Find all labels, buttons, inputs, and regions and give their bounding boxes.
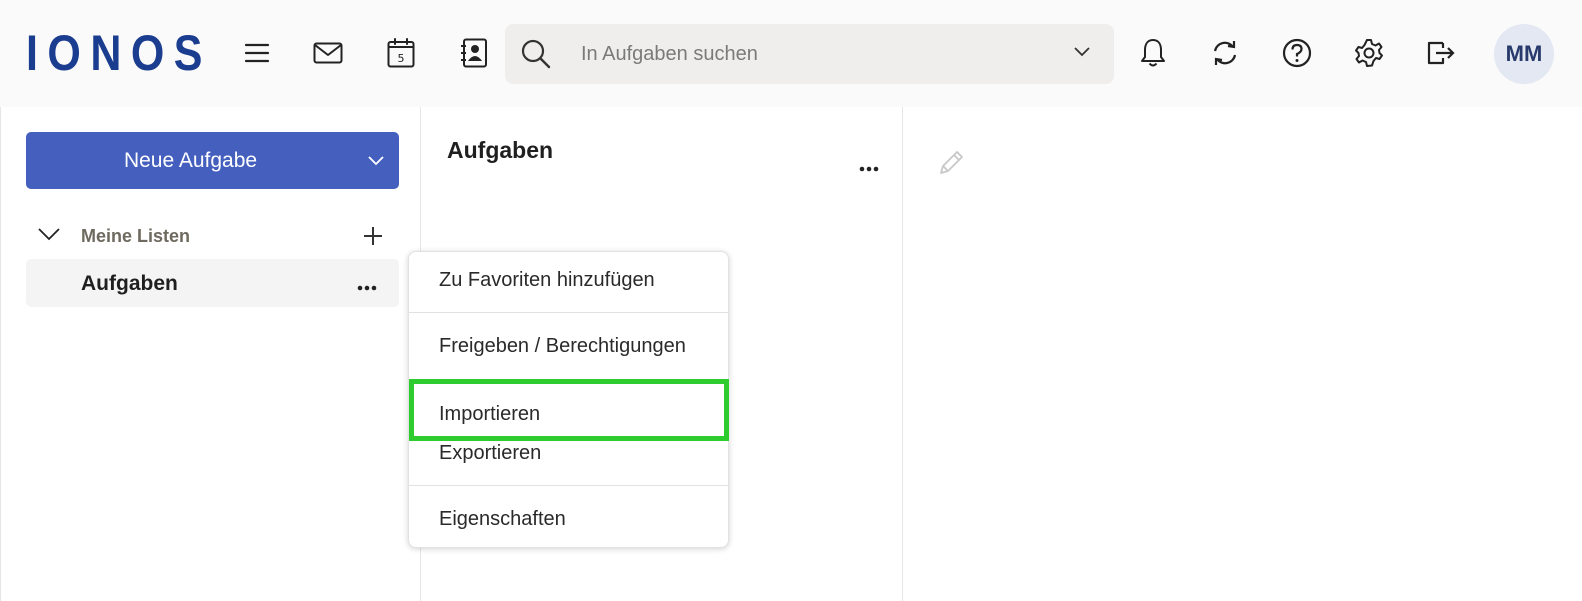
search-input[interactable]	[581, 24, 1061, 84]
chevron-down-icon[interactable]	[1073, 44, 1091, 63]
my-lists-title: Meine Listen	[81, 226, 191, 246]
chevron-down-icon[interactable]	[37, 226, 61, 247]
search-bar	[505, 24, 1114, 84]
menu-item-properties[interactable]: Eigenschaften	[409, 499, 730, 539]
menu-icon[interactable]	[237, 33, 277, 73]
chevron-down-icon[interactable]	[367, 150, 385, 174]
new-task-label: Neue Aufgabe	[123, 148, 258, 172]
logout-icon[interactable]	[1421, 33, 1461, 73]
contacts-icon[interactable]	[454, 33, 494, 73]
menu-divider	[409, 485, 728, 486]
search-icon[interactable]	[521, 39, 551, 74]
new-task-button[interactable]: Neue Aufgabe	[26, 132, 399, 189]
bell-icon[interactable]	[1133, 33, 1173, 73]
calendar-icon[interactable]: 5	[381, 33, 421, 73]
more-options-icon[interactable]	[859, 159, 879, 177]
avatar[interactable]: MM	[1494, 24, 1554, 84]
add-list-icon[interactable]	[362, 225, 384, 252]
menu-item-export[interactable]: Exportieren	[409, 433, 730, 473]
menu-item-add-favorites[interactable]: Zu Favoriten hinzufügen	[409, 260, 730, 300]
more-options-icon[interactable]	[357, 278, 377, 296]
menu-item-share-permissions[interactable]: Freigeben / Berechtigungen	[409, 326, 730, 366]
sidebar-item-label: Aufgaben	[81, 272, 178, 295]
help-icon[interactable]	[1277, 33, 1317, 73]
my-lists-header: Meine Listen	[26, 217, 399, 253]
sidebar: Neue Aufgabe Meine Listen Aufgaben	[0, 107, 421, 601]
gear-icon[interactable]	[1349, 33, 1389, 73]
pencil-icon	[938, 148, 966, 181]
sync-icon[interactable]	[1205, 33, 1245, 73]
ionos-logo[interactable]: IONOS	[26, 28, 212, 78]
sidebar-item-aufgaben[interactable]: Aufgaben	[26, 259, 399, 307]
context-menu: Zu Favoriten hinzufügen Freigeben / Bere…	[408, 251, 729, 548]
svg-text:5: 5	[398, 52, 405, 65]
page-title: Aufgaben	[447, 137, 554, 163]
top-bar: IONOS 5 In Aufgaben suchen MM	[0, 0, 1582, 107]
mail-icon[interactable]	[308, 33, 348, 73]
menu-divider	[409, 312, 728, 313]
menu-item-import[interactable]: Importieren	[409, 394, 730, 434]
